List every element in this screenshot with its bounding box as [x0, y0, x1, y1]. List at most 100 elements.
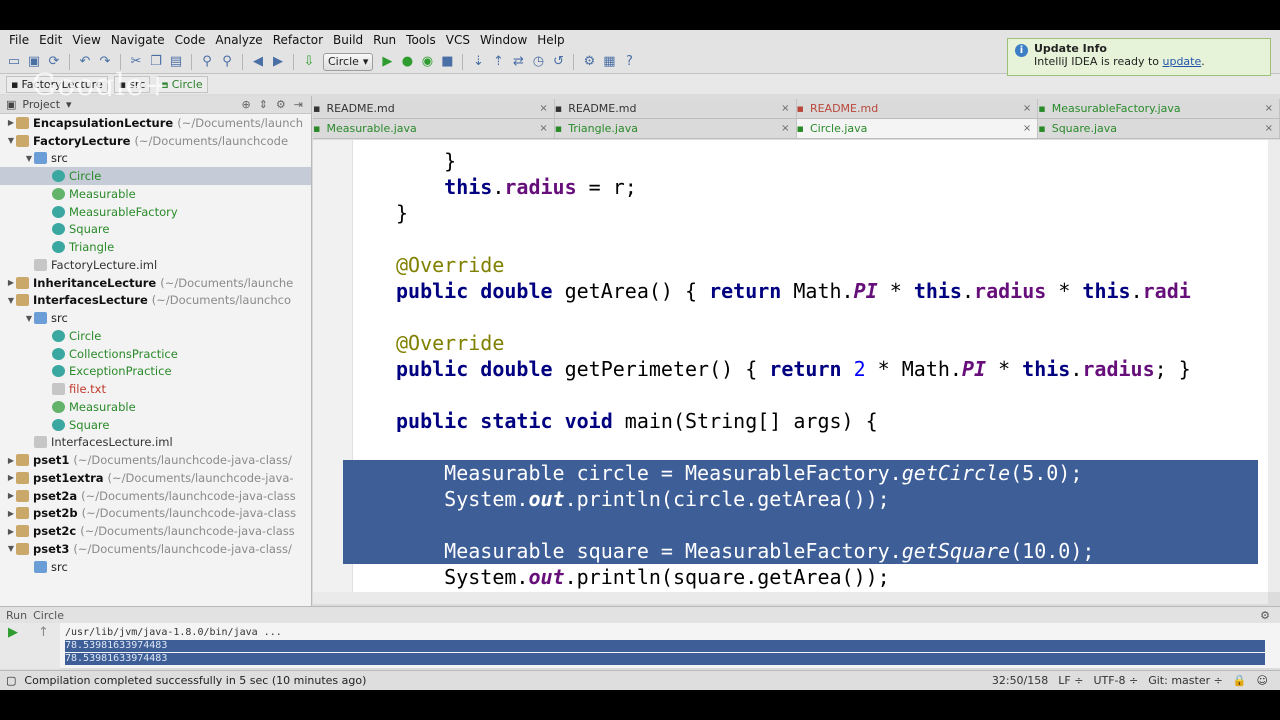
- code-line[interactable]: [353, 434, 1268, 460]
- coverage-icon[interactable]: ◉: [419, 54, 435, 70]
- menu-item-refactor[interactable]: Refactor: [268, 33, 328, 47]
- tree-item[interactable]: Circle: [0, 327, 311, 345]
- tree-item[interactable]: Triangle: [0, 238, 311, 256]
- tree-item[interactable]: Square: [0, 416, 311, 434]
- expanded-arrow-icon[interactable]: ▼: [6, 136, 16, 145]
- inspector-icon[interactable]: ☺: [1257, 674, 1268, 687]
- hide-icon[interactable]: ⇥: [294, 98, 303, 111]
- close-icon[interactable]: ×: [1265, 123, 1273, 134]
- run-tab-label[interactable]: Run: [6, 609, 27, 622]
- editor-tab[interactable]: ▪ README.md ×: [313, 99, 555, 118]
- cursor-position[interactable]: 32:50/158: [992, 674, 1048, 687]
- vcs-revert-icon[interactable]: ↺: [550, 54, 566, 70]
- tree-item[interactable]: ▶ pset2c (~/Documents/launchcode-java-clas…: [0, 522, 311, 540]
- code-line[interactable]: public double getArea() { return Math.PI…: [353, 278, 1268, 304]
- expanded-arrow-icon[interactable]: ▼: [6, 296, 16, 305]
- close-icon[interactable]: ×: [539, 123, 547, 134]
- code-line[interactable]: @Override: [353, 330, 1268, 356]
- editor-tab[interactable]: ▪ MeasurableFactory.java ×: [1038, 99, 1280, 118]
- collapsed-arrow-icon[interactable]: ▶: [6, 527, 16, 536]
- vcs-history-icon[interactable]: ◷: [530, 54, 546, 70]
- expanded-arrow-icon[interactable]: ▼: [24, 154, 34, 163]
- status-toggle-icon[interactable]: ▢: [6, 674, 16, 687]
- tree-item[interactable]: ▼ pset3 (~/Documents/launchcode-java-class…: [0, 540, 311, 558]
- code-line[interactable]: [343, 512, 1258, 538]
- tree-item[interactable]: Circle: [0, 167, 311, 185]
- close-icon[interactable]: ×: [781, 123, 789, 134]
- menu-item-help[interactable]: Help: [532, 33, 569, 47]
- close-icon[interactable]: ×: [539, 103, 547, 114]
- tree-item[interactable]: MeasurableFactory: [0, 203, 311, 221]
- collapsed-arrow-icon[interactable]: ▶: [6, 473, 16, 482]
- back-icon[interactable]: ◀: [250, 54, 266, 70]
- scroll-up-icon[interactable]: ↑: [38, 625, 49, 640]
- debug-icon[interactable]: ●: [399, 54, 415, 70]
- tree-item[interactable]: Measurable: [0, 398, 311, 416]
- editor-vertical-scrollbar[interactable]: [1268, 140, 1280, 592]
- menu-item-code[interactable]: Code: [170, 33, 211, 47]
- output-line[interactable]: /usr/lib/jvm/java-1.8.0/bin/java ...: [65, 627, 1265, 639]
- project-panel-title[interactable]: Project: [22, 98, 60, 111]
- editor-tab[interactable]: ▪ Triangle.java ×: [555, 119, 797, 138]
- run-configuration-selector[interactable]: Circle ▾: [323, 52, 374, 71]
- rerun-icon[interactable]: ▶: [8, 625, 18, 640]
- close-icon[interactable]: ×: [1023, 123, 1031, 134]
- editor-tab[interactable]: ▪ Measurable.java ×: [313, 119, 555, 138]
- tree-item[interactable]: ▶ pset1extra (~/Documents/launchcode-java-: [0, 469, 311, 487]
- code-line[interactable]: @Override: [353, 252, 1268, 278]
- replace-icon[interactable]: ⚲: [219, 54, 235, 70]
- collapsed-arrow-icon[interactable]: ▶: [6, 456, 16, 465]
- collapsed-arrow-icon[interactable]: ▶: [6, 491, 16, 500]
- menu-item-analyze[interactable]: Analyze: [210, 33, 267, 47]
- collapsed-arrow-icon[interactable]: ▶: [6, 278, 16, 287]
- gear-icon[interactable]: ⚙: [276, 98, 286, 111]
- code-line[interactable]: [353, 382, 1268, 408]
- menu-item-edit[interactable]: Edit: [34, 33, 67, 47]
- tree-item[interactable]: ▶ pset1 (~/Documents/launchcode-java-class…: [0, 451, 311, 469]
- output-line[interactable]: 78.53981633974483: [65, 653, 1265, 665]
- tree-item[interactable]: Square: [0, 221, 311, 239]
- vcs-branch[interactable]: Git: master ÷: [1148, 674, 1223, 687]
- menu-item-navigate[interactable]: Navigate: [106, 33, 170, 47]
- stop-icon[interactable]: ■: [439, 54, 455, 70]
- close-icon[interactable]: ×: [1265, 103, 1273, 114]
- menu-item-tools[interactable]: Tools: [401, 33, 441, 47]
- make-project-icon[interactable]: ⇩: [301, 54, 317, 70]
- code-line[interactable]: System.out.println(square.getArea());: [353, 564, 1268, 590]
- tree-item[interactable]: ▼ InterfacesLecture (~/Documents/launchco: [0, 292, 311, 310]
- sync-icon[interactable]: ⊕: [241, 98, 250, 111]
- tree-item[interactable]: CollectionsPractice: [0, 345, 311, 363]
- collapsed-arrow-icon[interactable]: ▶: [6, 118, 16, 127]
- menu-item-window[interactable]: Window: [475, 33, 532, 47]
- project-structure-icon[interactable]: ▦: [601, 54, 617, 70]
- code-editor[interactable]: } this.radius = r;} @Override public doubl…: [313, 140, 1268, 592]
- run-config-name[interactable]: Circle: [33, 609, 64, 622]
- vcs-update-icon[interactable]: ⇣: [470, 54, 486, 70]
- expanded-arrow-icon[interactable]: ▼: [6, 544, 16, 553]
- chevron-down-icon[interactable]: ▾: [66, 98, 72, 111]
- editor-tab[interactable]: ▪ Square.java ×: [1038, 119, 1280, 138]
- code-line[interactable]: public static void main(String[] args) {: [353, 408, 1268, 434]
- file-encoding[interactable]: UTF-8 ÷: [1093, 674, 1138, 687]
- menu-item-view[interactable]: View: [67, 33, 105, 47]
- gear-icon[interactable]: ⚙: [1260, 609, 1280, 622]
- update-notification[interactable]: i Update Info IntelliJ IDEA is ready to …: [1007, 38, 1271, 76]
- tree-item[interactable]: InterfacesLecture.iml: [0, 434, 311, 452]
- expanded-arrow-icon[interactable]: ▼: [24, 314, 34, 323]
- tree-item[interactable]: ▶ InheritanceLecture (~/Documents/launche: [0, 274, 311, 292]
- editor-tab[interactable]: ▪ README.md ×: [555, 99, 797, 118]
- find-icon[interactable]: ⚲: [199, 54, 215, 70]
- vcs-commit-icon[interactable]: ⇡: [490, 54, 506, 70]
- tree-item[interactable]: ExceptionPractice: [0, 363, 311, 381]
- tree-item[interactable]: ▼ FactoryLecture (~/Documents/launchcode: [0, 132, 311, 150]
- tree-item[interactable]: file.txt: [0, 380, 311, 398]
- code-line[interactable]: Measurable circle = MeasurableFactory.ge…: [343, 460, 1258, 486]
- help-icon[interactable]: ?: [621, 54, 637, 70]
- collapsed-arrow-icon[interactable]: ▶: [6, 509, 16, 518]
- tree-item[interactable]: Measurable: [0, 185, 311, 203]
- tree-item[interactable]: FactoryLecture.iml: [0, 256, 311, 274]
- tree-item[interactable]: ▶ pset2b (~/Documents/launchcode-java-clas…: [0, 505, 311, 523]
- code-line[interactable]: }: [353, 148, 1268, 174]
- collapse-icon[interactable]: ⇕: [259, 98, 268, 111]
- editor-tab[interactable]: ▪ README.md ×: [797, 99, 1039, 118]
